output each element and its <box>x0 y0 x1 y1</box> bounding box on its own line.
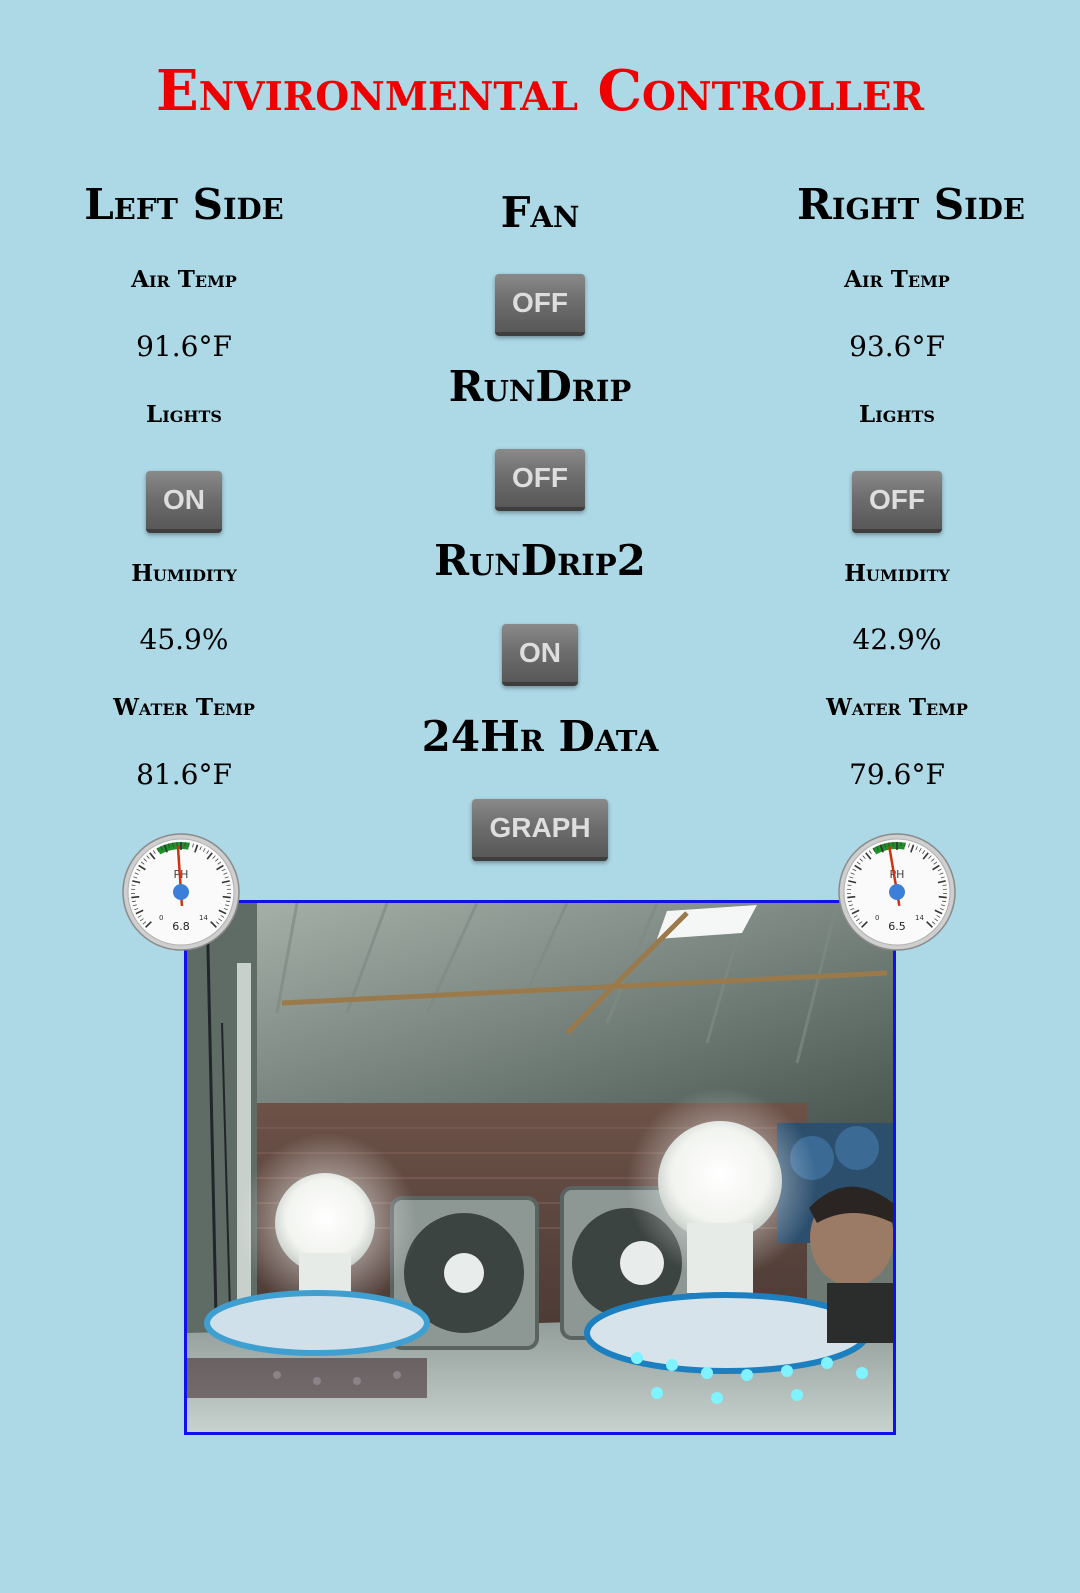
camera-feed <box>184 900 896 1435</box>
right-gauge-min-label: 0 <box>875 914 879 922</box>
left-lights-label: Lights <box>146 401 222 428</box>
left-water-temp-value: 81.6°F <box>136 758 232 791</box>
fan-button-wrap: OFF <box>390 274 690 336</box>
right-humidity-label: Humidity <box>844 560 950 587</box>
rundrip-button-wrap: OFF <box>390 449 690 511</box>
right-humidity-value: 42.9% <box>852 623 942 656</box>
right-ph-gauge: 0 14 PH 6.5 <box>838 833 956 951</box>
left-gauge-hub <box>173 884 189 900</box>
right-lights-button-wrap: OFF <box>797 471 997 533</box>
graph-button-wrap: GRAPH <box>390 799 690 861</box>
left-gauge-value-text: 6.8 <box>172 920 190 933</box>
right-air-temp-value: 93.6°F <box>849 330 945 363</box>
right-water-temp-value: 79.6°F <box>849 758 945 791</box>
left-side-heading: Left Side <box>84 180 284 229</box>
right-gauge-value-text: 6.5 <box>888 920 906 933</box>
left-ph-gauge: 0 14 PH 6.8 <box>122 833 240 951</box>
gauge-tick <box>131 895 140 899</box>
right-side-heading: Right Side <box>797 180 1025 229</box>
left-gauge-min-label: 0 <box>159 914 163 922</box>
24hr-data-heading: 24Hr Data <box>421 712 659 761</box>
rundrip-toggle-button[interactable]: OFF <box>495 449 585 511</box>
page-title: Environmental Controller <box>155 58 925 124</box>
left-humidity-value: 45.9% <box>139 623 229 656</box>
rundrip2-heading: RunDrip2 <box>434 536 646 585</box>
right-lights-label: Lights <box>859 401 935 428</box>
rundrip2-button-wrap: ON <box>390 624 690 686</box>
gauge-tick <box>938 895 947 899</box>
camera-feed-image <box>187 903 893 1432</box>
right-lights-toggle-button[interactable]: OFF <box>852 471 942 533</box>
left-lights-toggle-button[interactable]: ON <box>146 471 222 533</box>
fan-heading: Fan <box>500 188 580 237</box>
left-air-temp-value: 91.6°F <box>136 330 232 363</box>
right-gauge-hub <box>889 884 905 900</box>
right-air-temp-label: Air Temp <box>844 266 950 293</box>
right-water-temp-label: Water Temp <box>826 694 968 721</box>
fan-toggle-button[interactable]: OFF <box>495 274 585 336</box>
right-gauge-max-label: 14 <box>915 914 924 922</box>
right-gauge-label: PH <box>890 868 905 881</box>
left-humidity-label: Humidity <box>131 560 237 587</box>
left-lights-button-wrap: ON <box>84 471 284 533</box>
rundrip2-toggle-button[interactable]: ON <box>502 624 578 686</box>
rundrip-heading: RunDrip <box>448 362 632 411</box>
gauge-tick <box>222 895 231 899</box>
left-air-temp-label: Air Temp <box>131 266 237 293</box>
gauge-tick <box>847 895 856 899</box>
left-gauge-max-label: 14 <box>199 914 208 922</box>
left-water-temp-label: Water Temp <box>113 694 255 721</box>
graph-button[interactable]: GRAPH <box>472 799 608 861</box>
environmental-controller-page: Environmental Controller Left Side Air T… <box>0 0 1080 1593</box>
